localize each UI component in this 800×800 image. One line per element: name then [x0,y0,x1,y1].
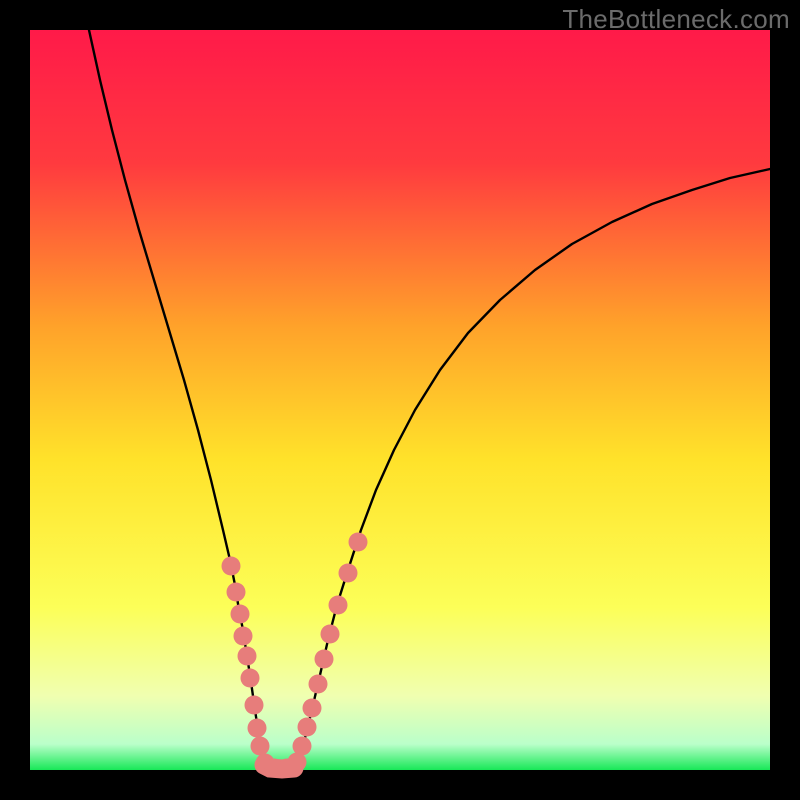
data-marker [245,696,264,715]
data-marker [222,557,241,576]
data-marker [309,675,328,694]
data-marker [251,737,270,756]
outer-frame: TheBottleneck.com [0,0,800,800]
curve-right-curve [294,169,770,768]
data-marker [315,650,334,669]
data-marker [303,699,322,718]
data-marker [238,647,257,666]
data-marker [329,596,348,615]
data-marker [231,605,250,624]
data-marker [321,625,340,644]
data-marker [227,583,246,602]
chart-svg [0,0,800,800]
data-marker [293,737,312,756]
data-marker [349,533,368,552]
data-marker [339,564,358,583]
data-marker [234,627,253,646]
data-marker [241,669,260,688]
data-marker [298,718,317,737]
data-marker [248,719,267,738]
